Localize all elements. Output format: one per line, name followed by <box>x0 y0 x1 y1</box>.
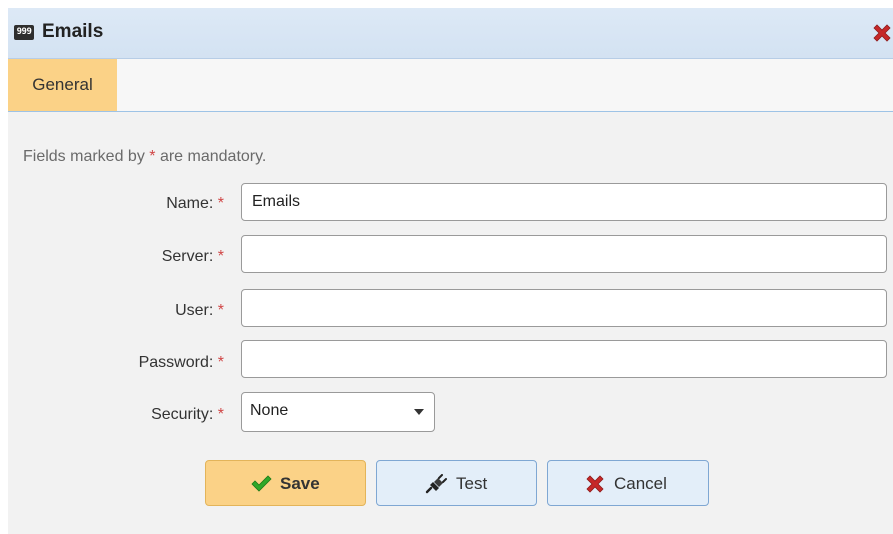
save-button[interactable]: Save <box>205 460 366 506</box>
security-select-value: None <box>250 402 289 419</box>
name-label: Name: * <box>8 195 224 213</box>
save-button-label: Save <box>280 474 320 493</box>
user-field[interactable] <box>241 289 887 327</box>
plug-icon <box>425 474 447 494</box>
user-required-mark: * <box>217 302 224 319</box>
security-label: Security: * <box>8 406 224 424</box>
mandatory-fields-note: Fields marked by * are mandatory. <box>23 148 266 166</box>
counter-icon: 999 <box>14 25 34 40</box>
note-suffix: are mandatory. <box>155 148 267 165</box>
password-field[interactable] <box>241 340 887 378</box>
emails-dialog: 999 Emails General Fields marked by * ar… <box>8 8 893 534</box>
close-icon[interactable] <box>870 21 893 45</box>
name-label-text: Name: <box>166 195 214 212</box>
server-field[interactable] <box>241 235 887 273</box>
close-icon <box>586 475 604 493</box>
password-label-text: Password: <box>138 354 214 371</box>
name-required-mark: * <box>217 195 224 212</box>
cancel-button-label: Cancel <box>614 474 667 493</box>
checkmark-icon <box>251 475 272 492</box>
server-label-text: Server: <box>161 248 214 265</box>
name-field[interactable]: Emails <box>241 183 887 221</box>
cancel-button[interactable]: Cancel <box>547 460 709 506</box>
password-label: Password: * <box>8 354 224 372</box>
server-label: Server: * <box>8 248 224 266</box>
tab-general[interactable]: General <box>8 59 117 111</box>
security-label-text: Security: <box>151 406 214 423</box>
security-required-mark: * <box>217 406 224 423</box>
password-required-mark: * <box>217 354 224 371</box>
security-select[interactable]: None <box>241 392 435 432</box>
user-label: User: * <box>8 302 224 320</box>
test-button[interactable]: Test <box>376 460 537 506</box>
test-button-label: Test <box>456 474 488 493</box>
caret-down-icon <box>414 409 424 415</box>
tab-bar: General <box>8 59 893 112</box>
name-field-value: Emails <box>252 193 301 210</box>
user-label-text: User: <box>175 302 214 319</box>
dialog-title-bar: 999 Emails <box>8 8 893 59</box>
server-required-mark: * <box>217 248 224 265</box>
dialog-title: Emails <box>42 21 104 42</box>
note-prefix: Fields marked by <box>23 148 150 165</box>
